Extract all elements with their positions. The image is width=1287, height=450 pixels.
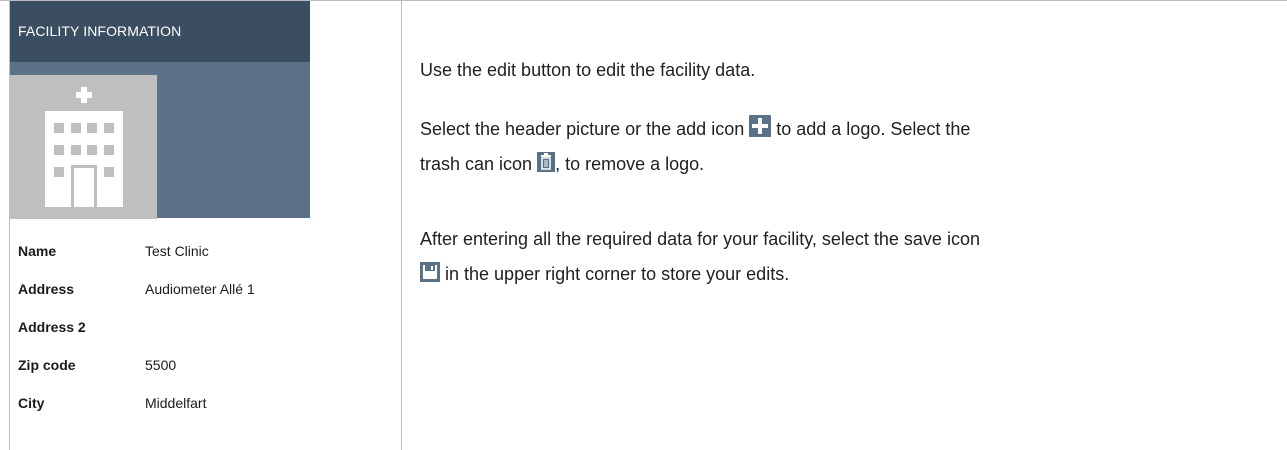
field-label: City <box>18 395 45 411</box>
help-text-segment: to add a logo. Select the <box>776 119 971 139</box>
save-icon <box>420 262 440 282</box>
field-label: Address 2 <box>18 319 86 335</box>
add-icon <box>749 115 772 137</box>
panel-title: FACILITY INFORMATION <box>18 23 182 39</box>
help-paragraph-logo: Select the header picture or the add ico… <box>420 112 970 182</box>
help-text-segment: in the upper right corner to store your … <box>445 264 790 284</box>
field-value: 5500 <box>145 357 177 373</box>
help-text-segment: Select the header picture or the add ico… <box>420 119 745 139</box>
field-label: Address <box>18 281 75 297</box>
facility-fields: Name Test Clinic Address Audiometer Allé… <box>10 218 310 422</box>
header-picture-area[interactable] <box>10 62 310 219</box>
field-value: Middelfart <box>145 395 207 411</box>
field-value: Audiometer Allé 1 <box>145 281 255 297</box>
field-address-2: Address 2 <box>10 308 310 346</box>
hospital-building-icon[interactable] <box>10 75 157 219</box>
field-city: City Middelfart <box>10 384 310 422</box>
facility-panel: FACILITY INFORMATION Name Test Clinic Ad… <box>10 1 310 422</box>
field-label: Name <box>18 243 57 259</box>
field-label: Zip code <box>18 357 76 373</box>
page-frame: FACILITY INFORMATION Name Test Clinic Ad… <box>0 0 1287 450</box>
trash-can-icon <box>537 152 556 172</box>
field-name: Name Test Clinic <box>10 232 310 270</box>
help-text-segment: trash can icon <box>420 154 533 174</box>
help-text-segment: After entering all the required data for… <box>420 229 980 249</box>
field-value: Test Clinic <box>145 243 209 259</box>
field-zip-code: Zip code 5500 <box>10 346 310 384</box>
help-paragraph-save: After entering all the required data for… <box>420 222 980 292</box>
help-text-segment: , to remove a logo. <box>555 154 705 174</box>
field-address: Address Audiometer Allé 1 <box>10 270 310 308</box>
panel-header: FACILITY INFORMATION <box>10 1 310 62</box>
help-paragraph-edit: Use the edit button to edit the facility… <box>420 60 756 80</box>
column-divider <box>401 0 402 450</box>
